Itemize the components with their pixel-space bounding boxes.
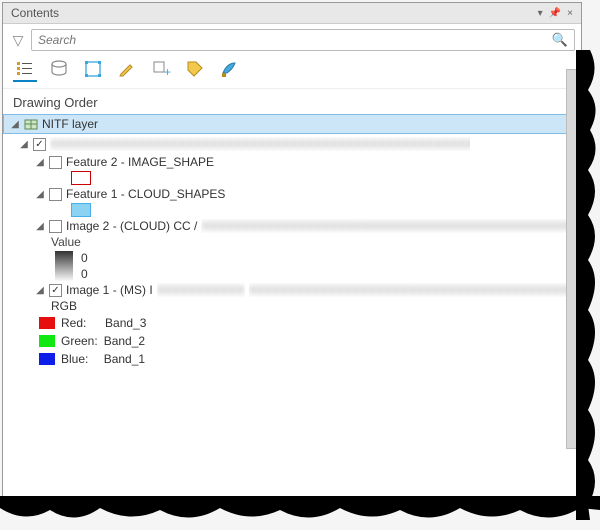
list-by-editing-button[interactable] [115, 58, 139, 82]
pencil-icon [117, 59, 137, 79]
visibility-checkbox[interactable] [49, 188, 62, 201]
svg-text:+: + [164, 65, 171, 79]
blue-band: Band_1 [104, 352, 145, 366]
brush-icon [219, 59, 239, 79]
feature2-row[interactable]: ◢ Feature 2 - IMAGE_SHAPE [35, 154, 581, 170]
toolbar: + [3, 54, 581, 89]
feature2-symbol-swatch[interactable] [71, 171, 91, 185]
dataset-row[interactable]: ◢ XXXXXXXXXXXXXXXXXXXXXXXXXXXXXXXXXXXXXX… [19, 136, 581, 152]
image1-label-redacted: XXXXXXXXXXX [157, 283, 245, 297]
feature1-row[interactable]: ◢ Feature 1 - CLOUD_SHAPES [35, 186, 581, 202]
blue-label: Blue: [61, 352, 88, 366]
data-source-icon [49, 59, 69, 79]
label-tag-icon [185, 59, 205, 79]
filter-icon[interactable]: ▽ [9, 32, 27, 49]
search-row: ▽ 🔍 [3, 24, 581, 54]
search-input[interactable] [38, 33, 552, 47]
green-band-swatch[interactable] [39, 335, 55, 347]
image1-row[interactable]: ◢ Image 1 - (MS) I XXXXXXXXXXX XXXXXXXXX… [35, 282, 581, 298]
image2-label: Image 2 - (CLOUD) CC / [66, 219, 197, 233]
vertical-scrollbar[interactable] [566, 69, 580, 449]
image1-label: Image 1 - (MS) I [66, 283, 153, 297]
feature1-symbol-swatch[interactable] [71, 203, 91, 217]
expander-icon[interactable]: ◢ [35, 221, 45, 231]
list-by-labeling-button[interactable] [183, 58, 207, 82]
expander-icon[interactable]: ◢ [35, 189, 45, 199]
red-band: Band_3 [105, 316, 146, 330]
expander-icon[interactable]: ◢ [35, 157, 45, 167]
expander-icon[interactable]: ◢ [19, 139, 29, 149]
list-by-snapping-button[interactable]: + [149, 58, 173, 82]
drawing-order-icon [15, 59, 35, 79]
visibility-checkbox[interactable] [49, 220, 62, 233]
feature2-label: Feature 2 - IMAGE_SHAPE [66, 155, 214, 169]
group-layer-icon [24, 117, 38, 131]
panel-title: Contents [11, 6, 59, 20]
search-box[interactable]: 🔍 [31, 29, 575, 51]
list-by-drawing-order-button[interactable] [13, 58, 37, 82]
expander-icon[interactable]: ◢ [10, 119, 20, 129]
image2-value-label: Value [51, 235, 81, 249]
image1-label-redacted-2: XXXXXXXXXXXXXXXXXXXXXXXXXXXXXXXXXXXXXXXX… [249, 283, 581, 297]
section-title: Drawing Order [3, 89, 581, 114]
autohide-pin-icon[interactable]: 📌 [549, 8, 561, 19]
visibility-checkbox[interactable] [33, 138, 46, 151]
expander-icon[interactable]: ◢ [35, 285, 45, 295]
green-label: Green: [61, 334, 98, 348]
selection-icon [83, 59, 103, 79]
list-by-source-button[interactable] [47, 58, 71, 82]
green-band: Band_2 [104, 334, 145, 348]
snapping-icon: + [151, 59, 171, 79]
feature1-label: Feature 1 - CLOUD_SHAPES [66, 187, 225, 201]
search-icon[interactable]: 🔍 [552, 32, 568, 48]
close-menu-icon[interactable]: × [567, 8, 573, 19]
stretch-gradient-swatch[interactable] [55, 251, 73, 281]
image2-row[interactable]: ◢ Image 2 - (CLOUD) CC / XXXXXXXXXXXXXXX… [35, 218, 581, 234]
visibility-checkbox[interactable] [49, 156, 62, 169]
image2-label-redacted: XXXXXXXXXXXXXXXXXXXXXXXXXXXXXXXXXXXXXXXX… [201, 219, 581, 233]
list-by-perspective-button[interactable] [217, 58, 241, 82]
visibility-checkbox[interactable] [49, 284, 62, 297]
stretch-min-value: 0 [81, 267, 88, 281]
red-band-swatch[interactable] [39, 317, 55, 329]
red-label: Red: [61, 316, 86, 330]
rgb-heading: RGB [51, 299, 77, 313]
options-dropdown-icon[interactable]: ▾ [538, 8, 543, 19]
contents-panel: Contents ▾ 📌 × ▽ 🔍 + [2, 2, 582, 502]
root-layer-label: NITF layer [42, 117, 98, 131]
stretch-max-value: 0 [81, 251, 88, 265]
layer-tree: ◢ NITF layer ◢ XXXXXXXXXXXXXXXXXXXXXXXXX… [3, 114, 581, 501]
root-layer-row[interactable]: ◢ NITF layer [3, 114, 581, 134]
dataset-label-redacted: XXXXXXXXXXXXXXXXXXXXXXXXXXXXXXXXXXXXXXXX… [50, 137, 470, 151]
panel-header: Contents ▾ 📌 × [3, 3, 581, 24]
list-by-selection-button[interactable] [81, 58, 105, 82]
blue-band-swatch[interactable] [39, 353, 55, 365]
